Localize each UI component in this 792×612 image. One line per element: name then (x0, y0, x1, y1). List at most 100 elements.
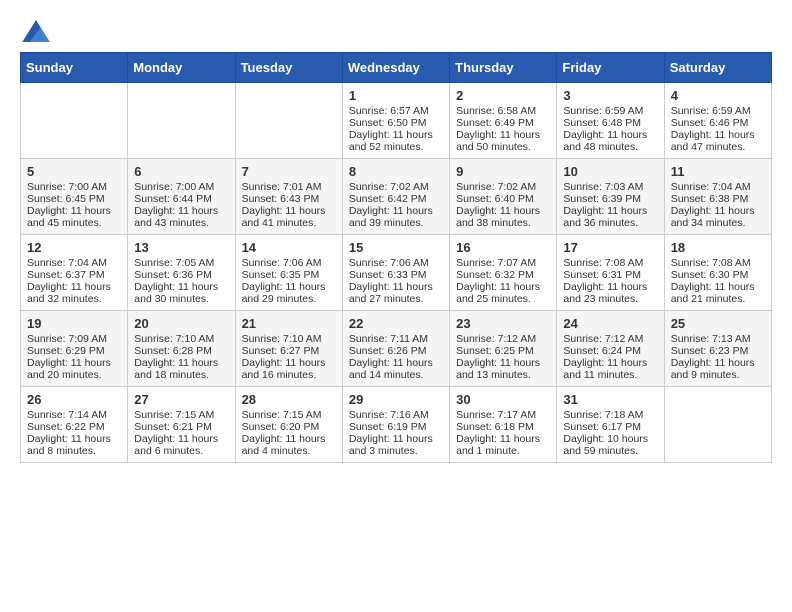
cell-text: Sunrise: 7:16 AM (349, 409, 443, 421)
cell-text: Daylight: 11 hours and 41 minutes. (242, 205, 336, 229)
calendar-cell: 12Sunrise: 7:04 AMSunset: 6:37 PMDayligh… (21, 235, 128, 311)
cell-text: Sunrise: 7:08 AM (671, 257, 765, 269)
cell-text: Sunrise: 7:00 AM (27, 181, 121, 193)
cell-text: Sunset: 6:49 PM (456, 117, 550, 129)
cell-text: Sunset: 6:35 PM (242, 269, 336, 281)
cell-text: Sunset: 6:28 PM (134, 345, 228, 357)
day-number: 17 (563, 240, 657, 255)
cell-text: Sunset: 6:19 PM (349, 421, 443, 433)
logo-icon (22, 20, 50, 42)
cell-text: Daylight: 11 hours and 20 minutes. (27, 357, 121, 381)
page-header (20, 20, 772, 42)
day-number: 6 (134, 164, 228, 179)
cell-text: Sunset: 6:42 PM (349, 193, 443, 205)
calendar-week-row: 5Sunrise: 7:00 AMSunset: 6:45 PMDaylight… (21, 159, 772, 235)
day-number: 12 (27, 240, 121, 255)
calendar-week-row: 19Sunrise: 7:09 AMSunset: 6:29 PMDayligh… (21, 311, 772, 387)
cell-text: Daylight: 11 hours and 4 minutes. (242, 433, 336, 457)
cell-text: Sunrise: 7:06 AM (242, 257, 336, 269)
day-number: 9 (456, 164, 550, 179)
cell-text: Sunset: 6:43 PM (242, 193, 336, 205)
cell-text: Daylight: 11 hours and 48 minutes. (563, 129, 657, 153)
calendar-cell: 22Sunrise: 7:11 AMSunset: 6:26 PMDayligh… (342, 311, 449, 387)
cell-text: Sunset: 6:21 PM (134, 421, 228, 433)
day-number: 1 (349, 88, 443, 103)
cell-text: Sunrise: 6:59 AM (563, 105, 657, 117)
cell-text: Sunset: 6:30 PM (671, 269, 765, 281)
cell-text: Sunrise: 7:18 AM (563, 409, 657, 421)
cell-text: Sunset: 6:27 PM (242, 345, 336, 357)
calendar-cell (21, 83, 128, 159)
calendar-cell: 31Sunrise: 7:18 AMSunset: 6:17 PMDayligh… (557, 387, 664, 463)
cell-text: Sunset: 6:23 PM (671, 345, 765, 357)
cell-text: Daylight: 11 hours and 45 minutes. (27, 205, 121, 229)
cell-text: Sunrise: 7:12 AM (563, 333, 657, 345)
cell-text: Sunrise: 7:00 AM (134, 181, 228, 193)
calendar-cell: 9Sunrise: 7:02 AMSunset: 6:40 PMDaylight… (450, 159, 557, 235)
cell-text: Daylight: 11 hours and 18 minutes. (134, 357, 228, 381)
calendar-cell: 5Sunrise: 7:00 AMSunset: 6:45 PMDaylight… (21, 159, 128, 235)
calendar-cell: 11Sunrise: 7:04 AMSunset: 6:38 PMDayligh… (664, 159, 771, 235)
cell-text: Sunrise: 6:58 AM (456, 105, 550, 117)
calendar-cell: 2Sunrise: 6:58 AMSunset: 6:49 PMDaylight… (450, 83, 557, 159)
calendar-week-row: 26Sunrise: 7:14 AMSunset: 6:22 PMDayligh… (21, 387, 772, 463)
cell-text: Sunrise: 7:04 AM (27, 257, 121, 269)
calendar-cell: 26Sunrise: 7:14 AMSunset: 6:22 PMDayligh… (21, 387, 128, 463)
calendar-cell (664, 387, 771, 463)
day-number: 18 (671, 240, 765, 255)
cell-text: Daylight: 10 hours and 59 minutes. (563, 433, 657, 457)
calendar-cell: 25Sunrise: 7:13 AMSunset: 6:23 PMDayligh… (664, 311, 771, 387)
calendar-cell: 30Sunrise: 7:17 AMSunset: 6:18 PMDayligh… (450, 387, 557, 463)
cell-text: Sunrise: 7:05 AM (134, 257, 228, 269)
cell-text: Daylight: 11 hours and 29 minutes. (242, 281, 336, 305)
calendar-cell (235, 83, 342, 159)
day-number: 10 (563, 164, 657, 179)
calendar-cell: 15Sunrise: 7:06 AMSunset: 6:33 PMDayligh… (342, 235, 449, 311)
cell-text: Sunrise: 7:06 AM (349, 257, 443, 269)
cell-text: Sunset: 6:44 PM (134, 193, 228, 205)
cell-text: Daylight: 11 hours and 36 minutes. (563, 205, 657, 229)
cell-text: Daylight: 11 hours and 25 minutes. (456, 281, 550, 305)
calendar-cell: 10 Sunrise: 7:03 AMSunset: 6:39 PMDayligh… (557, 159, 664, 235)
cell-text: Sunset: 6:33 PM (349, 269, 443, 281)
cell-text: Sunset: 6:25 PM (456, 345, 550, 357)
cell-text: Daylight: 11 hours and 6 minutes. (134, 433, 228, 457)
cell-text: Sunset: 6:29 PM (27, 345, 121, 357)
cell-text: Daylight: 11 hours and 13 minutes. (456, 357, 550, 381)
day-number: 3 (563, 88, 657, 103)
day-number: 11 (671, 164, 765, 179)
cell-text: Sunrise: 6:57 AM (349, 105, 443, 117)
cell-text: Sunset: 6:39 PM (563, 193, 657, 205)
cell-text: Daylight: 11 hours and 52 minutes. (349, 129, 443, 153)
calendar-cell: 6Sunrise: 7:00 AMSunset: 6:44 PMDaylight… (128, 159, 235, 235)
cell-text: Sunset: 6:24 PM (563, 345, 657, 357)
cell-text: Daylight: 11 hours and 9 minutes. (671, 357, 765, 381)
day-number: 14 (242, 240, 336, 255)
cell-text: Sunset: 6:36 PM (134, 269, 228, 281)
calendar-cell: 7Sunrise: 7:01 AMSunset: 6:43 PMDaylight… (235, 159, 342, 235)
calendar-cell: 13Sunrise: 7:05 AMSunset: 6:36 PMDayligh… (128, 235, 235, 311)
calendar-cell (128, 83, 235, 159)
day-number: 22 (349, 316, 443, 331)
calendar-cell: 29Sunrise: 7:16 AMSunset: 6:19 PMDayligh… (342, 387, 449, 463)
day-number: 19 (27, 316, 121, 331)
calendar-cell: 28Sunrise: 7:15 AMSunset: 6:20 PMDayligh… (235, 387, 342, 463)
cell-text: Sunrise: 7:17 AM (456, 409, 550, 421)
day-number: 30 (456, 392, 550, 407)
day-number: 5 (27, 164, 121, 179)
cell-text: Daylight: 11 hours and 1 minute. (456, 433, 550, 457)
calendar-cell: 24Sunrise: 7:12 AMSunset: 6:24 PMDayligh… (557, 311, 664, 387)
day-number: 29 (349, 392, 443, 407)
calendar-header-sunday: Sunday (21, 53, 128, 83)
calendar-header-tuesday: Tuesday (235, 53, 342, 83)
cell-text: Sunrise: 7:13 AM (671, 333, 765, 345)
calendar-week-row: 12Sunrise: 7:04 AMSunset: 6:37 PMDayligh… (21, 235, 772, 311)
calendar-cell: 23Sunrise: 7:12 AMSunset: 6:25 PMDayligh… (450, 311, 557, 387)
cell-text: Daylight: 11 hours and 11 minutes. (563, 357, 657, 381)
calendar-body: 1Sunrise: 6:57 AMSunset: 6:50 PMDaylight… (21, 83, 772, 463)
calendar-cell: 27Sunrise: 7:15 AMSunset: 6:21 PMDayligh… (128, 387, 235, 463)
calendar-cell: 20Sunrise: 7:10 AMSunset: 6:28 PMDayligh… (128, 311, 235, 387)
day-number: 13 (134, 240, 228, 255)
cell-text: Sunrise: 7:11 AM (349, 333, 443, 345)
cell-text: Sunrise: 7:03 AM (563, 181, 657, 193)
